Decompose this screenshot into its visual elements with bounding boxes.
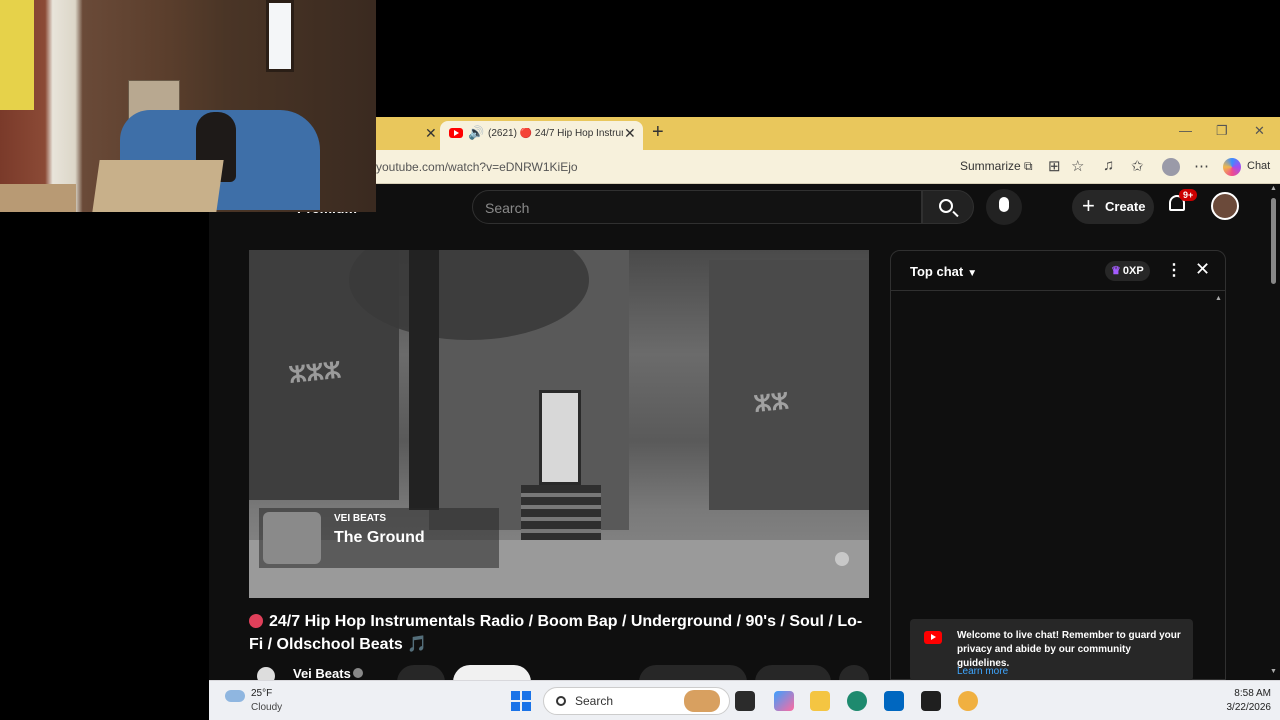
tab-youtube[interactable]: 🔊 (2621) 🔴 24/7 Hip Hop Instrumentals ✕ <box>440 121 643 150</box>
verified-icon <box>353 668 363 678</box>
close-icon[interactable]: ✕ <box>1195 259 1210 280</box>
store-icon[interactable] <box>884 691 904 711</box>
search-icon <box>556 696 566 706</box>
video-graffiti: ⵣⵣⵣ <box>287 357 343 389</box>
video-player[interactable]: ⵣⵣⵣ ⵣⵣ VEI BEATS The Ground <box>249 250 869 598</box>
clock-date[interactable]: 3/22/2026 <box>1201 702 1272 713</box>
weather-temperature[interactable]: 25°F <box>251 688 272 699</box>
windows-start-icon[interactable] <box>511 691 531 711</box>
close-icon[interactable]: ✕ <box>425 125 437 142</box>
search-input[interactable]: Search <box>472 190 922 224</box>
url-field[interactable]: youtube.com/watch?v=eDNRW1KiEjo <box>376 160 578 174</box>
crown-icon: ♛ <box>1111 265 1121 277</box>
tab-previous[interactable]: ✕ <box>376 117 440 150</box>
now-playing-channel: VEI BEATS <box>334 513 387 524</box>
video-graffiti: ⵣⵣ <box>752 388 790 418</box>
media-icon[interactable]: ♫ <box>1103 157 1114 174</box>
page-scrollbar[interactable]: ▲ ▼ <box>1267 184 1280 680</box>
webcam-side-table <box>0 184 76 212</box>
more-vert-icon[interactable]: ⋮ <box>1166 260 1182 280</box>
file-explorer-icon[interactable] <box>810 691 830 711</box>
webcam-window <box>266 0 294 72</box>
now-playing-card: VEI BEATS The Ground <box>259 508 499 568</box>
chevron-down-icon: ▼ <box>967 268 978 279</box>
video-title-text: 24/7 Hip Hop Instrumentals Radio / Boom … <box>249 613 863 653</box>
webcam-towel <box>0 0 34 110</box>
task-view-icon[interactable] <box>735 691 755 711</box>
video-title: 24/7 Hip Hop Instrumentals Radio / Boom … <box>249 610 869 656</box>
close-window-icon[interactable]: ✕ <box>1254 123 1265 139</box>
minimize-icon[interactable]: — <box>1179 123 1192 138</box>
xp-badge[interactable]: ♛ 0XP <box>1105 261 1150 281</box>
tab-title: (2621) 🔴 24/7 Hip Hop Instrumentals <box>488 128 623 139</box>
notification-badge: 9+ <box>1179 189 1198 201</box>
webcam-table <box>92 160 224 212</box>
video-tree <box>409 250 439 510</box>
more-menu-icon[interactable]: ⋯ <box>1194 157 1209 175</box>
chat-mode-dropdown[interactable]: Top chat ▼ <box>910 264 977 279</box>
chat-button[interactable]: Chat <box>1247 160 1270 172</box>
chrome-icon[interactable] <box>958 691 978 711</box>
live-dot-icon <box>249 614 263 628</box>
search-button[interactable] <box>922 190 974 224</box>
avatar[interactable] <box>1211 192 1239 220</box>
profile-icon[interactable] <box>1162 158 1180 176</box>
copilot-taskbar-icon[interactable] <box>774 691 794 711</box>
live-chat-header: Top chat ▼ ♛ 0XP ⋮ ✕ <box>891 251 1225 291</box>
channel-name[interactable]: Vei Beats <box>293 666 351 681</box>
search-highlight-icon <box>684 690 720 712</box>
favorites-icon[interactable]: ✩ <box>1131 157 1144 175</box>
learn-more-link[interactable]: Learn more <box>957 666 1008 677</box>
now-playing-track: The Ground <box>334 529 425 546</box>
scroll-down-arrow-icon[interactable]: ▼ <box>1270 668 1277 675</box>
yahoo-icon[interactable] <box>921 691 941 711</box>
mic-icon <box>999 197 1009 212</box>
webcam-overlay <box>0 0 376 212</box>
plus-icon: + <box>1082 193 1095 218</box>
speaker-icon[interactable]: 🔊 <box>468 125 484 141</box>
restore-icon[interactable]: ❐ <box>1216 123 1228 139</box>
weather-condition[interactable]: Cloudy <box>251 702 282 713</box>
close-icon[interactable]: ✕ <box>624 125 636 142</box>
chat-mode-label: Top chat <box>910 264 964 279</box>
new-tab-icon[interactable]: + <box>652 121 664 144</box>
voice-search-button[interactable] <box>986 189 1022 225</box>
create-button[interactable]: + Create <box>1072 190 1154 224</box>
search-placeholder: Search <box>485 200 530 216</box>
cloud-icon[interactable] <box>225 690 245 702</box>
scroll-up-arrow-icon[interactable]: ▲ <box>1270 185 1277 192</box>
taskbar-search-label: Search <box>575 694 614 708</box>
windows-taskbar: 25°F Cloudy Search 8:58 AM 3/22/2026 <box>209 680 1280 720</box>
summarize-label: Summarize <box>960 159 1021 173</box>
xp-label: 0XP <box>1122 265 1144 277</box>
edge-icon[interactable] <box>847 691 867 711</box>
search-icon <box>939 199 953 213</box>
welcome-banner: Welcome to live chat! Remember to guard … <box>910 619 1193 681</box>
taskbar-search[interactable]: Search <box>543 687 730 715</box>
video-stairs <box>521 485 601 545</box>
copilot-icon[interactable] <box>1223 158 1241 176</box>
star-icon[interactable]: ☆ <box>1071 157 1084 175</box>
now-playing-thumbnail <box>263 512 321 564</box>
scrollbar-thumb[interactable] <box>1271 198 1276 284</box>
read-aloud-icon[interactable]: ⊞ <box>1048 157 1061 175</box>
welcome-text: Welcome to live chat! Remember to guard … <box>957 630 1181 669</box>
scroll-up-arrow-icon[interactable]: ▲ <box>1215 295 1222 302</box>
youtube-favicon-icon <box>449 128 463 138</box>
create-label: Create <box>1105 199 1146 214</box>
video-building-right <box>709 260 869 510</box>
youtube-icon <box>924 631 942 644</box>
summarize-button[interactable]: Summarize ⧉ <box>960 159 1033 174</box>
clock-time[interactable]: 8:58 AM <box>1211 688 1271 699</box>
live-chat-panel: Top chat ▼ ♛ 0XP ⋮ ✕ ▲ Welcome to live cha… <box>890 250 1226 681</box>
video-watermark-icon <box>835 552 849 566</box>
video-door <box>539 390 581 485</box>
